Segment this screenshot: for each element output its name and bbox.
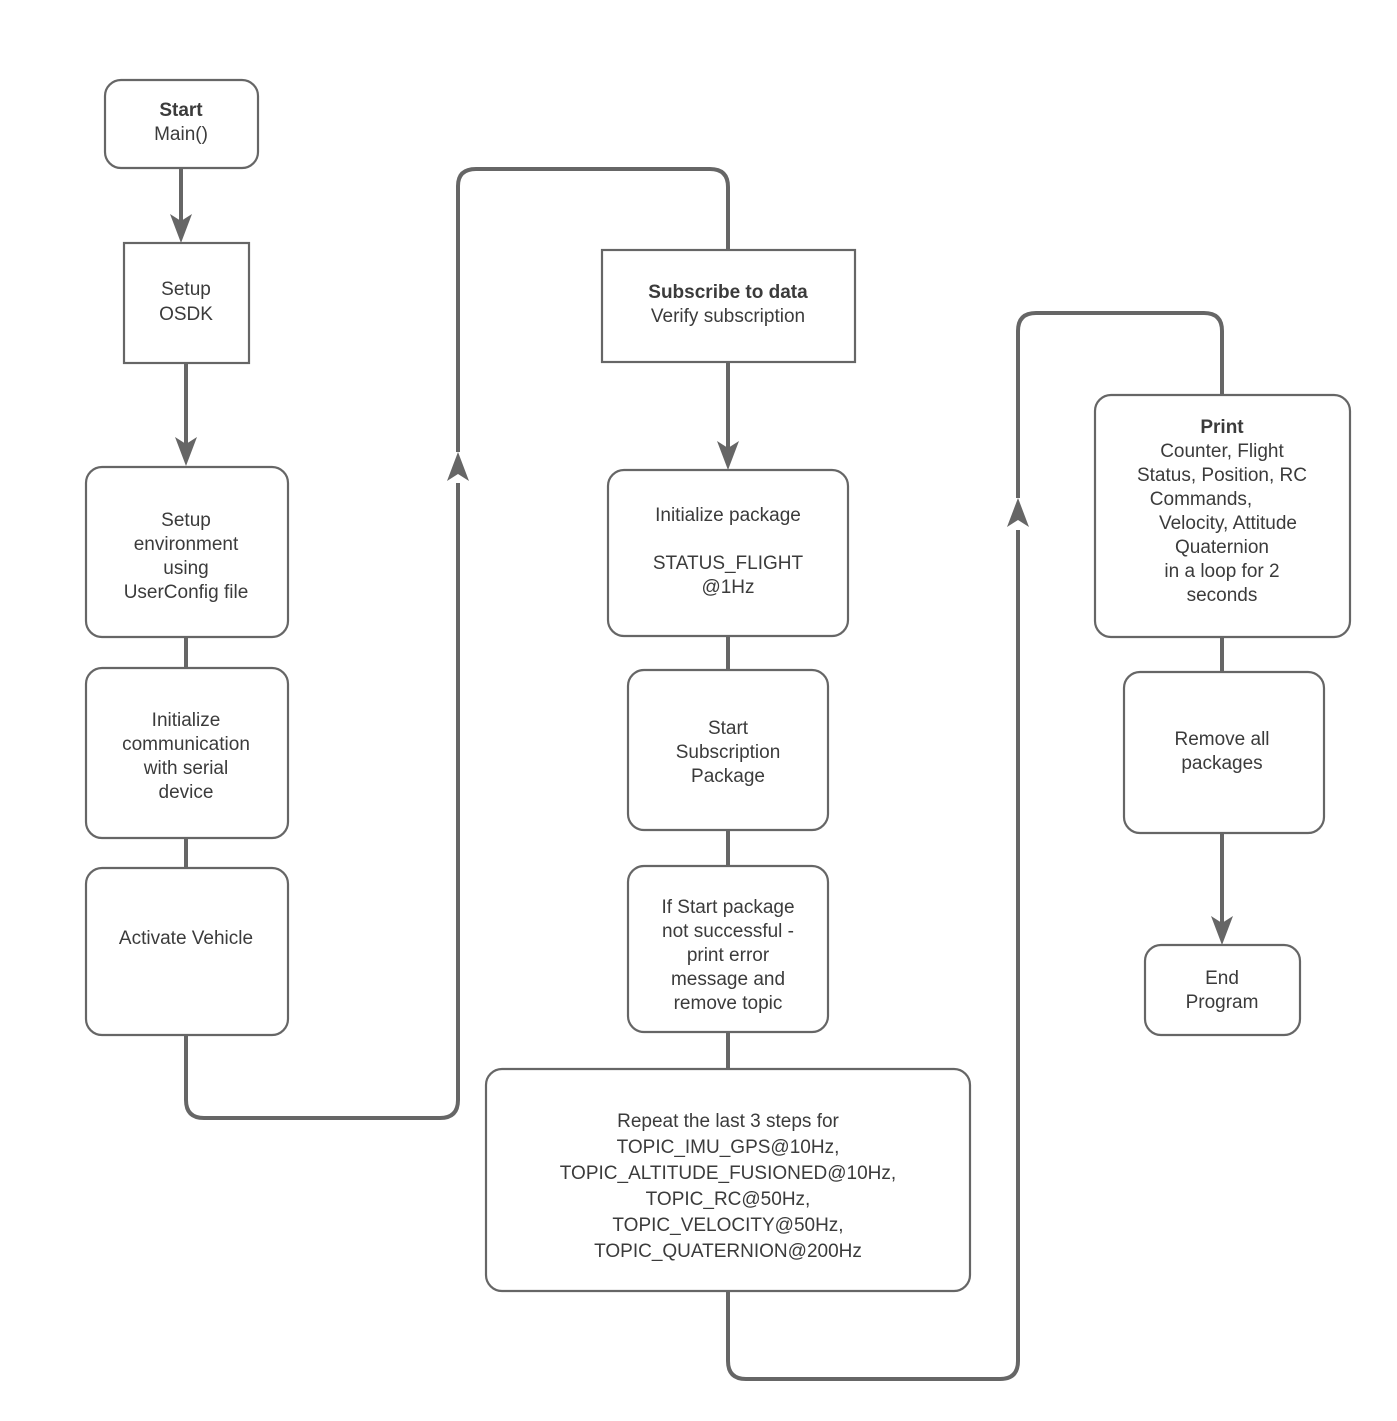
node-end-program[interactable]: End Program [1143,943,1302,1037]
node-end-program-shape [1143,943,1302,1037]
node-setup-osdk[interactable]: Setup OSDK [122,241,251,365]
node-start-package-error-line-0: If Start package [661,897,794,918]
node-setup-environment-line-0: Setup [161,510,211,531]
node-subscribe-to-data-line-0: Subscribe to data [648,282,808,303]
node-activate-vehicle[interactable]: Activate Vehicle [84,866,290,1037]
node-repeat-steps-line-2: TOPIC_ALTITUDE_FUSIONED@10Hz, [560,1163,896,1184]
node-repeat-steps-line-3: TOPIC_RC@50Hz, [646,1189,811,1210]
node-remove-all-packages-line-1: packages [1181,753,1262,774]
node-subscribe-to-data-line-1: Verify subscription [651,306,805,327]
node-print-line-1: Counter, Flight [1160,441,1284,462]
node-init-communication-line-0: Initialize [152,710,221,731]
node-init-communication[interactable]: Initialize communication with serial dev… [84,666,290,840]
node-remove-all-packages-line-0: Remove all [1174,729,1269,750]
node-start-package-error[interactable]: If Start package not successful - print … [626,864,830,1034]
node-start-subscription-package-line-1: Subscription [676,742,781,763]
node-subscribe-to-data[interactable]: Subscribe to data Verify subscription [600,248,857,364]
node-start-package-error-line-1: not successful - [662,921,794,942]
node-repeat-steps-line-1: TOPIC_IMU_GPS@10Hz, [617,1137,840,1158]
node-print-line-5: Quaternion [1175,537,1269,558]
node-initialize-package[interactable]: Initialize package STATUS_FLIGHT @1Hz [606,468,850,638]
node-print-line-0: Print [1200,417,1244,438]
node-repeat-steps-line-0: Repeat the last 3 steps for [617,1111,839,1132]
node-start-subscription-package-line-0: Start [708,718,749,739]
node-repeat-steps-line-4: TOPIC_VELOCITY@50Hz, [612,1215,843,1236]
node-start-package-error-line-4: remove topic [674,993,783,1014]
node-activate-vehicle-line-0: Activate Vehicle [119,928,253,949]
node-init-communication-line-2: with serial [143,758,228,779]
node-start-line-1: Main() [154,124,208,145]
node-setup-environment-line-1: environment [134,534,239,555]
node-print-line-4: Velocity, Attitude [1159,513,1297,534]
node-start-subscription-package[interactable]: Start Subscription Package [626,668,830,832]
node-end-program-line-1: Program [1186,992,1259,1013]
flowchart-canvas: Start Main() Setup OSDK Setup environmen… [84,78,1352,1381]
node-start-package-error-line-3: message and [671,969,785,990]
node-initialize-package-line-2: STATUS_FLIGHT [653,553,804,574]
node-remove-all-packages[interactable]: Remove all packages [1122,670,1326,835]
node-print-line-3: Commands, [1150,489,1252,510]
node-start-subscription-package-line-2: Package [691,766,765,787]
node-setup-osdk-line-0: Setup [161,279,211,300]
connector-subscribe-to-initialize-package [717,362,739,470]
node-setup-environment-line-2: using [163,558,208,579]
connector-setup-osdk-to-setup-environment [175,363,197,466]
node-start-line-0: Start [159,100,203,121]
node-setup-environment-line-3: UserConfig file [124,582,249,603]
node-print-line-7: seconds [1187,585,1258,606]
node-setup-osdk-shape [122,241,251,365]
node-print-line-6: in a loop for 2 [1164,561,1279,582]
node-end-program-line-0: End [1205,968,1239,989]
node-start[interactable]: Start Main() [103,78,260,170]
node-setup-environment[interactable]: Setup environment using UserConfig file [84,465,290,639]
node-print[interactable]: Print Counter, Flight Status, Position, … [1093,393,1352,639]
node-setup-osdk-line-1: OSDK [159,304,213,325]
node-init-communication-line-1: communication [122,734,250,755]
node-initialize-package-line-3: @1Hz [701,577,754,598]
node-repeat-steps-line-5: TOPIC_QUATERNION@200Hz [594,1241,862,1262]
node-activate-vehicle-shape [84,866,290,1037]
node-start-package-error-line-2: print error [687,945,770,966]
node-initialize-package-line-0: Initialize package [655,505,801,526]
connector-remove-packages-to-end-program [1211,833,1233,945]
node-init-communication-line-3: device [159,782,214,803]
connector-start-to-setup-osdk [170,168,192,243]
node-repeat-steps[interactable]: Repeat the last 3 steps for TOPIC_IMU_GP… [484,1067,972,1293]
node-print-line-2: Status, Position, RC [1137,465,1307,486]
